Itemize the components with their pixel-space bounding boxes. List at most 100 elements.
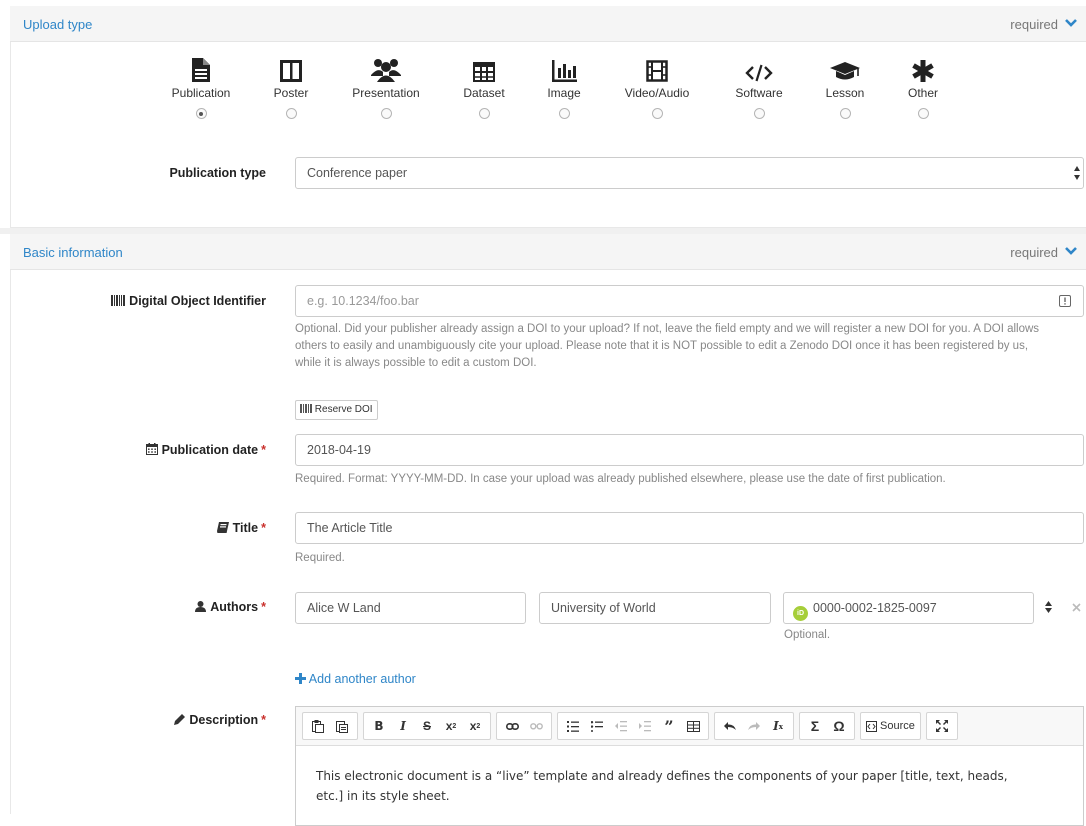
upload-type-required: required: [1010, 17, 1058, 32]
table-icon: [473, 62, 495, 82]
title-input[interactable]: The Article Title: [295, 512, 1084, 544]
chevron-down-icon[interactable]: [1064, 16, 1078, 30]
link-icon[interactable]: [500, 715, 524, 737]
source-button[interactable]: Source: [864, 715, 917, 737]
italic-icon[interactable]: I: [391, 715, 415, 737]
bold-icon[interactable]: B: [367, 715, 391, 737]
toolbar-group-source: Source: [860, 712, 921, 740]
upload-type-radio[interactable]: [651, 108, 663, 119]
upload-type-label: Image: [547, 86, 581, 100]
table-icon[interactable]: [681, 715, 705, 737]
toolbar-group-paragraph: ”: [557, 712, 709, 740]
remove-format-icon[interactable]: Ix: [766, 715, 790, 737]
upload-type-radio[interactable]: [380, 108, 392, 119]
upload-type-presentation[interactable]: Presentation: [341, 56, 431, 119]
publication-date-value: 2018-04-19: [307, 443, 371, 457]
upload-type-software[interactable]: Software: [714, 56, 804, 119]
upload-type-label: Poster: [273, 86, 309, 100]
upload-type-header[interactable]: Upload type required: [10, 6, 1086, 42]
upload-type-dataset[interactable]: Dataset: [439, 56, 529, 119]
author-affiliation-input[interactable]: University of World: [539, 592, 771, 624]
publication-date-input[interactable]: 2018-04-19: [295, 434, 1084, 466]
toolbar-group-maximize: [925, 712, 958, 740]
author-orcid-input[interactable]: iD 0000-0002-1825-0097: [783, 592, 1034, 624]
upload-type-radio[interactable]: [753, 108, 765, 119]
graduation-cap-icon: [830, 62, 860, 80]
strikethrough-icon[interactable]: S: [415, 715, 439, 737]
indent-icon[interactable]: [633, 715, 657, 737]
upload-type-label: Publication: [171, 86, 231, 100]
upload-type-other[interactable]: Other: [878, 56, 968, 119]
unlink-icon[interactable]: [524, 715, 548, 737]
description-label: Description *: [174, 713, 266, 727]
subscript-icon[interactable]: x2: [439, 715, 463, 737]
upload-type-radio[interactable]: [478, 108, 490, 119]
maximize-icon[interactable]: [930, 715, 954, 737]
author-orcid-value: 0000-0002-1825-0097: [813, 601, 937, 615]
authors-label: Authors *: [195, 600, 266, 614]
upload-type-label: Lesson: [825, 86, 865, 100]
basic-info-title: Basic information: [23, 245, 123, 260]
omega-icon[interactable]: Ω: [827, 715, 851, 737]
upload-type-label: Video/Audio: [624, 86, 690, 100]
upload-type-radio[interactable]: [917, 108, 929, 119]
toolbar-group-clipboard: [302, 712, 358, 740]
orcid-icon: iD: [793, 606, 808, 621]
description-editor[interactable]: B I S x2 x2 ” Ix Σ Ω Source This electro…: [295, 706, 1084, 826]
source-icon: [866, 720, 877, 732]
remove-author-icon[interactable]: [1072, 603, 1081, 612]
title-label: Title *: [216, 521, 266, 535]
superscript-icon[interactable]: x2: [463, 715, 487, 737]
barcode-icon: [111, 295, 126, 306]
undo-icon[interactable]: [718, 715, 742, 737]
redo-icon[interactable]: [742, 715, 766, 737]
upload-type-label: Dataset: [463, 86, 505, 100]
orcid-help: Optional.: [784, 629, 831, 641]
upload-type-radio[interactable]: [195, 108, 207, 119]
title-value: The Article Title: [307, 521, 393, 535]
upload-type-image[interactable]: Image: [519, 56, 609, 119]
upload-type-poster[interactable]: Poster: [246, 56, 336, 119]
sort-icon[interactable]: [1045, 601, 1052, 613]
upload-type-publication[interactable]: Publication: [156, 56, 246, 119]
paste-text-icon[interactable]: [306, 715, 330, 737]
upload-type-video-audio[interactable]: Video/Audio: [612, 56, 702, 119]
sigma-icon[interactable]: Σ: [803, 715, 827, 737]
publication-date-label: Publication date *: [145, 443, 266, 457]
bulleted-list-icon[interactable]: [585, 715, 609, 737]
author-name-input[interactable]: Alice W Land: [295, 592, 526, 624]
publication-type-select[interactable]: Conference paper: [295, 157, 1084, 189]
toolbar-group-basic: B I S x2 x2: [363, 712, 491, 740]
toolbar-group-links: [496, 712, 552, 740]
editor-toolbar: B I S x2 x2 ” Ix Σ Ω Source: [296, 707, 1083, 746]
doi-input[interactable]: e.g. 10.1234/foo.bar: [295, 285, 1084, 317]
code-icon: [745, 64, 773, 82]
doi-placeholder: e.g. 10.1234/foo.bar: [307, 294, 419, 308]
basic-info-header[interactable]: Basic information required: [10, 234, 1086, 270]
upload-type-title: Upload type: [23, 17, 93, 32]
upload-type-label: Presentation: [352, 86, 420, 100]
chevron-down-icon[interactable]: [1064, 244, 1078, 258]
basic-info-required: required: [1010, 245, 1058, 260]
reserve-doi-button[interactable]: Reserve DOI: [295, 400, 378, 420]
blockquote-icon[interactable]: ”: [657, 715, 681, 737]
select-arrows-icon: [1074, 166, 1080, 180]
outdent-icon[interactable]: [609, 715, 633, 737]
asterisk-icon: [912, 60, 934, 82]
editor-content[interactable]: This electronic document is a “live” tem…: [296, 746, 1083, 826]
upload-type-radio[interactable]: [839, 108, 851, 119]
add-author-link[interactable]: Add another author: [295, 672, 416, 686]
upload-type-lesson[interactable]: Lesson: [800, 56, 890, 119]
numbered-list-icon[interactable]: [561, 715, 585, 737]
users-icon: [371, 59, 401, 82]
title-help: Required.: [295, 552, 345, 564]
upload-type-label: Other: [907, 86, 938, 100]
paste-word-icon[interactable]: [330, 715, 354, 737]
upload-type-radio[interactable]: [285, 108, 297, 119]
upload-type-radio[interactable]: [558, 108, 570, 119]
columns-icon: [280, 60, 302, 82]
publication-date-help: Required. Format: YYYY-MM-DD. In case yo…: [295, 473, 946, 485]
alert-box-icon[interactable]: [1059, 295, 1071, 307]
author-affiliation-value: University of World: [551, 601, 656, 615]
doi-help: Optional. Did your publisher already ass…: [295, 323, 1040, 369]
